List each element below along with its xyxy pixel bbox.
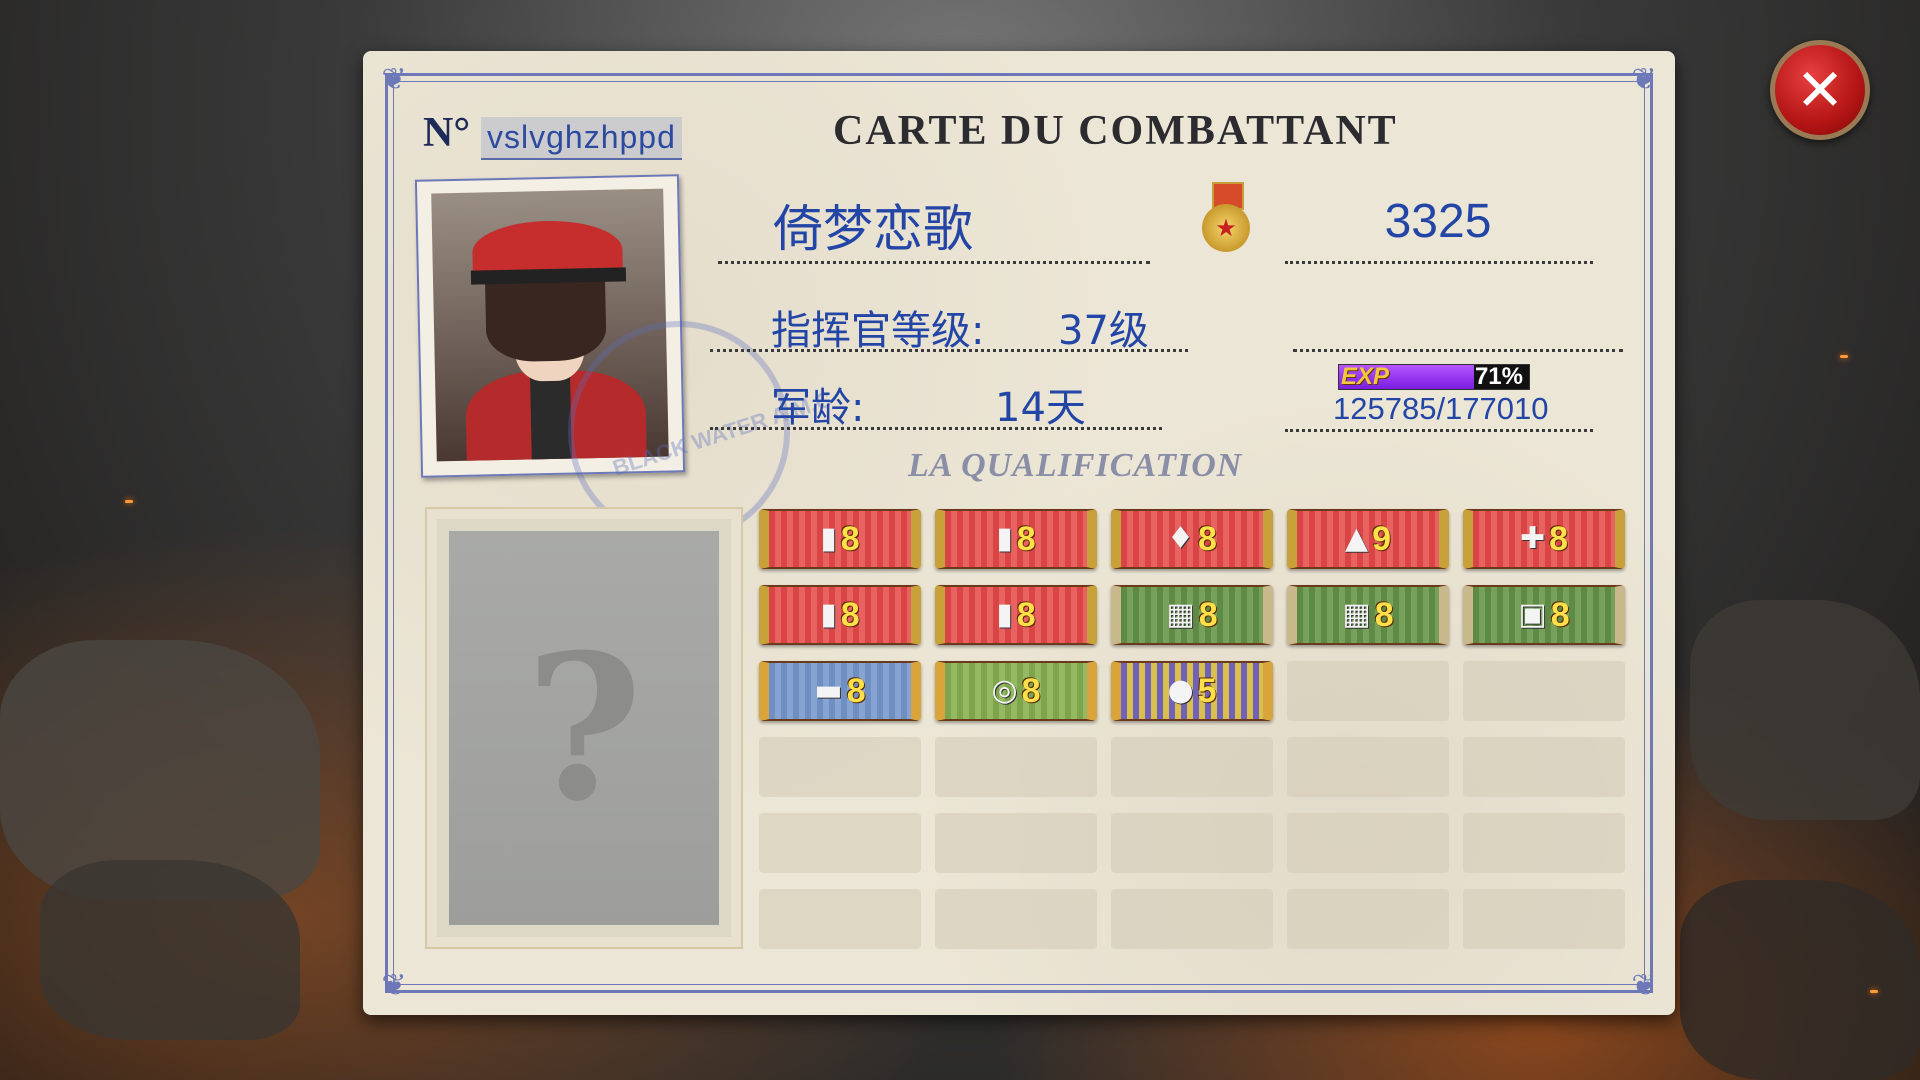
qualification-badge[interactable]: ▮ 8 [935,585,1097,645]
service-age-value: 14天 [995,385,1086,431]
card-title: CARTE DU COMBATTANT [833,108,1398,154]
combat-power: 3325 [1384,195,1492,248]
question-mark-icon: ? [449,531,719,925]
background-rock [1680,880,1920,1080]
qualification-title: LA QUALIFICATION [908,447,1243,484]
corner-ornament-icon: ❦ [381,968,407,1003]
empty-badge-slot [935,737,1097,797]
badge-level: 9 [1372,519,1391,558]
empty-badge-slot [1287,813,1449,873]
gold-shell-icon: ▮ [996,597,1013,632]
commander-level-label: 指挥官等级: [771,308,985,354]
empty-badge-slot [935,889,1097,949]
qualification-badge[interactable]: ♦ 8 [1111,509,1273,569]
qualification-badge[interactable]: ▣ 8 [1463,585,1625,645]
qualification-badge[interactable]: ✚ 8 [1463,509,1625,569]
qualification-badge[interactable]: ● 5 [1111,661,1273,721]
badge-level: 8 [1021,671,1041,710]
background-rock [1690,600,1920,820]
medal-icon: ★ [1198,182,1254,262]
qualification-badge[interactable]: ▦ 8 [1287,585,1449,645]
exp-percent: 71% [1474,363,1523,390]
empty-badge-slot [1463,661,1625,721]
shell-icon: ▮ [996,521,1013,556]
service-age-label: 军龄: [771,385,865,431]
empty-badge-slot [759,889,921,949]
badge-level: 8 [1016,595,1036,634]
player-serial-id[interactable]: vslvghzhppd [481,117,682,160]
tank-icon: ▬ [814,673,843,708]
bullet-icon: ▮ [820,521,837,556]
ember [1870,990,1878,993]
ember [1840,355,1848,358]
exp-numbers: 125785/177010 [1333,391,1549,426]
target-icon: ◎ [991,673,1018,708]
background-rock [40,860,300,1040]
name-underline [718,261,1150,264]
level-underline [710,349,1188,352]
empty-badge-slot [1111,737,1273,797]
badge-level: 5 [1197,671,1217,710]
qualification-badge[interactable]: ▮ 8 [759,585,921,645]
empty-badge-slot [1287,661,1449,721]
player-name: 倚梦恋歌 [773,200,973,258]
grenade-icon: ♦ [1167,521,1194,556]
empty-badge-slot [759,813,921,873]
blueprint-icon: ▦ [1342,597,1371,632]
badge-level: 8 [1198,595,1218,634]
empty-badge-slot [1111,813,1273,873]
unknown-card-slot[interactable]: ? [425,507,743,949]
lightbulb-icon: ● [1167,673,1194,708]
bullet-icon: ▮ [820,597,837,632]
crate-icon: ▣ [1518,597,1547,632]
exp-progress-bar: EXP 71% [1338,363,1530,390]
badge-level: 8 [840,595,860,634]
corner-ornament-icon: ❦ [381,62,407,97]
cannon-shell-icon: ▲ [1345,521,1369,556]
badge-level: 8 [1016,519,1036,558]
service-underline [710,427,1162,430]
combatant-card: ❦ ❦ ❦ ❦ N° vslvghzhppd CARTE DU COMBATTA… [363,51,1675,1015]
exp-top-underline [1293,349,1623,352]
qualification-badge[interactable]: ▲ 9 [1287,509,1449,569]
badge-level: 8 [846,671,866,710]
corner-ornament-icon: ❦ [1631,62,1657,97]
ember [125,500,133,503]
qualification-badge[interactable]: ▮ 8 [759,509,921,569]
commander-level-value: 37级 [1058,308,1149,354]
badge-level: 8 [840,519,860,558]
empty-badge-slot [1463,889,1625,949]
exp-underline [1285,429,1593,432]
badge-level: 8 [1197,519,1217,558]
power-underline [1285,261,1593,264]
badge-level: 8 [1550,595,1570,634]
empty-badge-slot [1287,737,1449,797]
empty-badge-slot [1111,889,1273,949]
qualification-badge[interactable]: ▬ 8 [759,661,921,721]
close-button[interactable]: ✕ [1770,40,1870,140]
number-label: N° [423,110,471,156]
empty-badge-slot [759,737,921,797]
qualification-badge[interactable]: ◎ 8 [935,661,1097,721]
close-icon: ✕ [1795,56,1845,124]
exp-tag: EXP [1341,363,1390,390]
qualification-badge[interactable]: ▦ 8 [1111,585,1273,645]
empty-badge-slot [1463,737,1625,797]
rocket-icon: ✚ [1519,521,1546,556]
film-icon: ▦ [1166,597,1195,632]
empty-badge-slot [935,813,1097,873]
badge-level: 8 [1549,519,1569,558]
corner-ornament-icon: ❦ [1631,968,1657,1003]
empty-badge-slot [1287,889,1449,949]
qualification-badge[interactable]: ▮ 8 [935,509,1097,569]
empty-badge-slot [1463,813,1625,873]
badge-level: 8 [1374,595,1394,634]
